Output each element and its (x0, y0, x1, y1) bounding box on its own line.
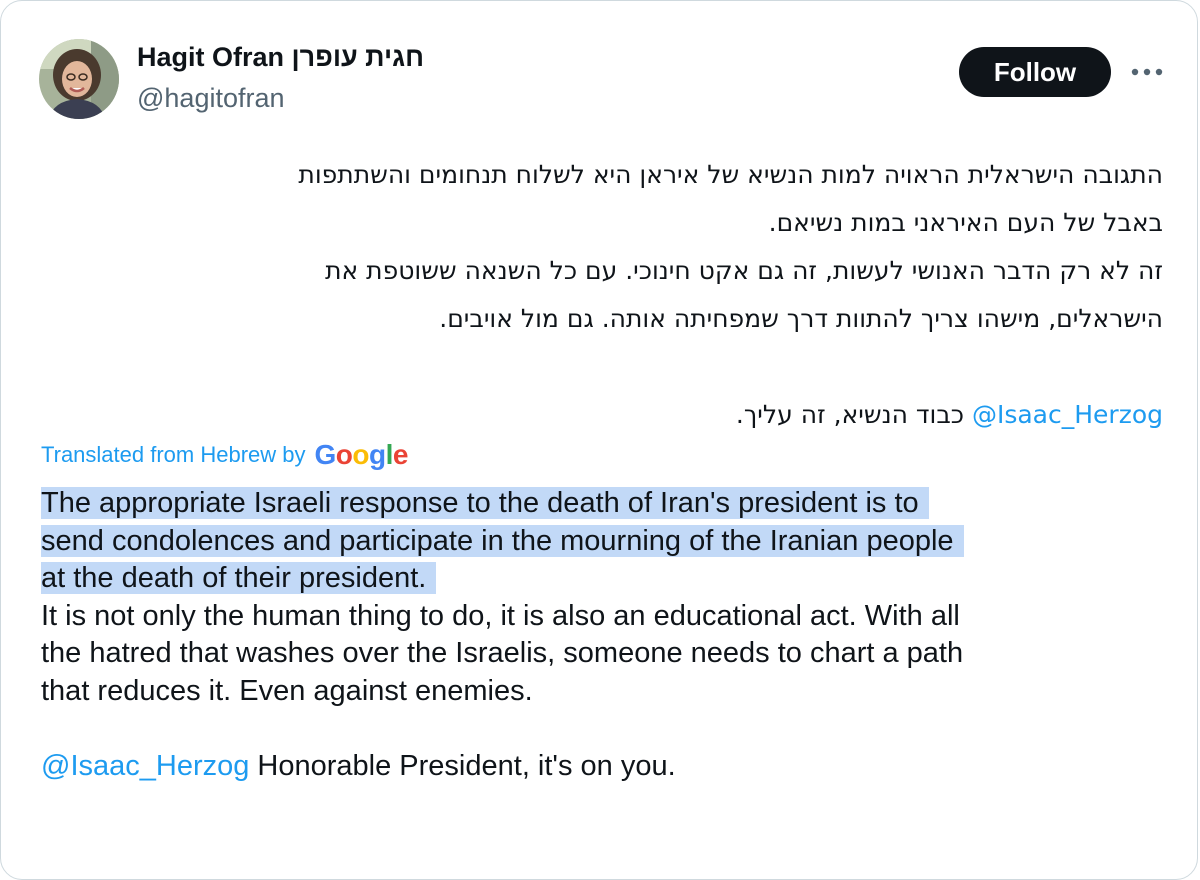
original-text-line: כבוד הנשיא, זה עליך. (735, 400, 972, 429)
translated-mention-line: @Isaac_Herzog Honorable President, it's … (41, 748, 1181, 786)
translated-label: Translated from Hebrew by (41, 442, 306, 467)
original-tweet-text: התגובה הישראלית הראויה למות הנשיא של איר… (33, 151, 1163, 439)
original-text-line: הישראלים, מישהו צריך להתוות דרך שמפחיתה … (439, 304, 1163, 333)
translated-text-line: that reduces it. Even against enemies. (41, 674, 533, 707)
original-text-line: באבל של העם האיראני במות נשיאם. (768, 208, 1163, 237)
author-name[interactable]: Hagit Ofran חגית עופרן (137, 42, 424, 73)
original-mention-line: @Isaac_Herzog כבוד הנשיא, זה עליך. (33, 391, 1163, 439)
avatar[interactable] (39, 39, 119, 119)
profile-photo-icon (39, 39, 119, 119)
highlighted-text-line: send condolences and participate in the … (41, 524, 964, 557)
original-text-line: זה לא רק הדבר האנושי לעשות, זה גם אקט חי… (325, 256, 1163, 285)
more-horizontal-icon (1131, 68, 1163, 76)
mention-link[interactable]: @Isaac_Herzog (972, 400, 1163, 429)
translated-tweet-text: The appropriate Israeli response to the … (41, 485, 1181, 785)
more-options-button[interactable] (1125, 53, 1169, 91)
translated-text-line: Honorable President, it's on you. (249, 749, 676, 782)
highlighted-text-line: The appropriate Israeli response to the … (41, 487, 929, 519)
mention-link[interactable]: @Isaac_Herzog (41, 750, 249, 782)
translation-attribution: Translated from Hebrew by Google (41, 439, 408, 471)
google-logo: Google (314, 439, 409, 470)
highlighted-text-line: at the death of their president. (41, 562, 437, 594)
translated-text-line: the hatred that washes over the Israelis… (41, 637, 964, 669)
author-handle[interactable]: @hagitofran (137, 83, 285, 114)
original-text-line: התגובה הישראלית הראויה למות הנשיא של איר… (298, 160, 1163, 189)
translated-text-line: It is not only the human thing to do, it… (41, 599, 960, 632)
follow-button[interactable]: Follow (959, 47, 1111, 97)
tweet-header: Hagit Ofran חגית עופרן @hagitofran Follo… (39, 37, 1179, 121)
tweet-card: Hagit Ofran חגית עופרן @hagitofran Follo… (0, 0, 1198, 880)
